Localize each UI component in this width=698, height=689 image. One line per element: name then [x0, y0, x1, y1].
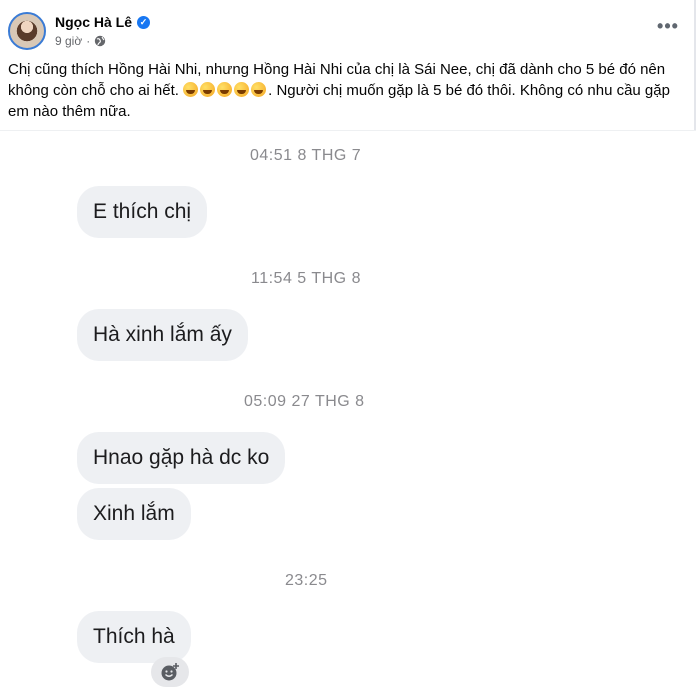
author-name[interactable]: Ngọc Hà Lê	[55, 14, 132, 30]
verified-badge-icon: ✓	[137, 15, 151, 29]
laughing-emoji-group	[183, 82, 268, 99]
add-reaction-icon	[161, 663, 179, 681]
post-meta: 9 giờ ·	[55, 34, 106, 48]
chat-bubble: Hnao gặp hà dc ko	[77, 432, 286, 484]
post-time[interactable]: 9 giờ	[55, 34, 82, 48]
chat-timestamp: 04:51 8 THG 7	[250, 147, 362, 164]
more-options-icon[interactable]: •••	[656, 17, 680, 40]
author-row: Ngọc Hà Lê ✓	[55, 14, 151, 30]
chat-timestamp: 23:25	[285, 572, 328, 589]
chat-bubble: Hà xinh lắm ấy	[77, 309, 248, 361]
post-card: Ngọc Hà Lê ✓ 9 giờ · ••• Chị cũng thích …	[0, 0, 696, 689]
chat-timestamp: 11:54 5 THG 8	[251, 270, 361, 287]
chat-bubble: Xinh lắm	[77, 488, 191, 540]
laughing-emoji-icon	[217, 82, 233, 97]
chat-bubble: Thích hà	[77, 611, 191, 663]
post-caption: Chị cũng thích Hồng Hài Nhi, nhưng Hồng …	[8, 59, 680, 122]
globe-icon	[95, 35, 106, 47]
chat-screenshot[interactable]: 04:51 8 THG 7 E thích chị 11:54 5 THG 8 …	[0, 130, 696, 689]
post-header: Ngọc Hà Lê ✓ 9 giờ · •••	[8, 12, 688, 54]
laughing-emoji-icon	[183, 82, 199, 97]
add-reaction-button[interactable]	[151, 657, 189, 687]
avatar[interactable]	[8, 12, 46, 50]
laughing-emoji-icon	[251, 82, 267, 97]
chat-timestamp: 05:09 27 THG 8	[244, 393, 365, 410]
chat-bubble: E thích chị	[77, 186, 208, 238]
meta-separator: ·	[86, 34, 91, 48]
laughing-emoji-icon	[234, 82, 250, 97]
laughing-emoji-icon	[200, 82, 216, 97]
